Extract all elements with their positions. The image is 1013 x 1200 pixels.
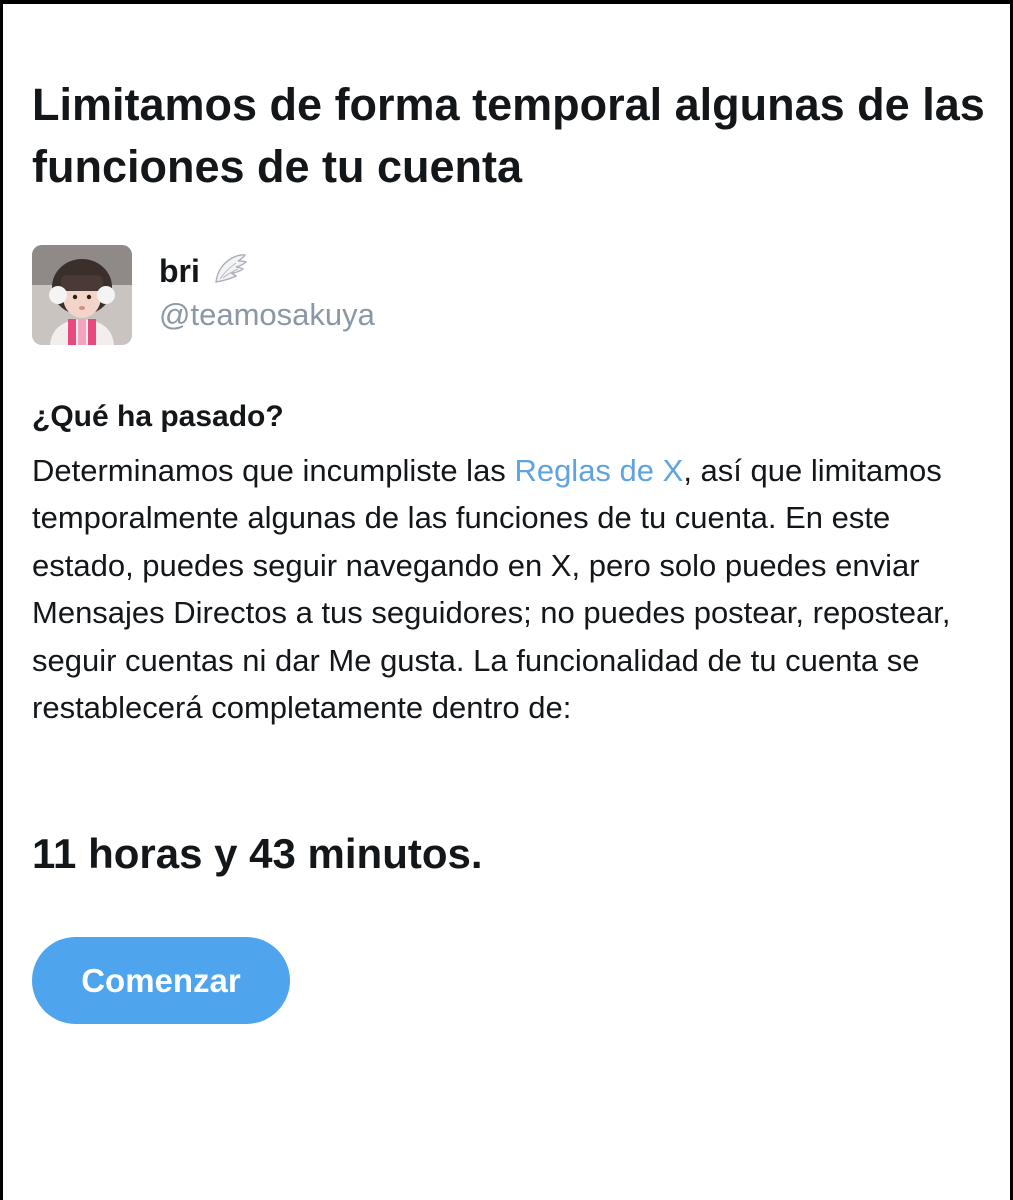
avatar — [32, 245, 132, 345]
explanation-text: Determinamos que incumpliste las Reglas … — [32, 447, 992, 731]
page-title: Limitamos de forma temporal algunas de l… — [32, 79, 985, 192]
account-info: bri @teamosakuya — [159, 249, 375, 333]
display-name: bri — [159, 252, 200, 289]
restriction-countdown: 11 horas y 43 minutos. — [32, 830, 483, 877]
account-card: bri @teamosakuya — [32, 245, 375, 345]
rules-link[interactable]: Reglas de X — [514, 453, 683, 488]
explanation-text-start: Determinamos que incumpliste las — [32, 453, 515, 488]
start-button[interactable]: Comenzar — [32, 937, 290, 1024]
explanation-text-end: , así que limitamos temporalmente alguna… — [32, 453, 951, 726]
account-handle: @teamosakuya — [159, 297, 375, 332]
avatar-image — [32, 245, 132, 345]
angel-wing-icon — [212, 252, 248, 291]
display-name-row: bri — [159, 249, 375, 293]
section-heading: ¿Qué ha pasado? — [32, 400, 284, 433]
